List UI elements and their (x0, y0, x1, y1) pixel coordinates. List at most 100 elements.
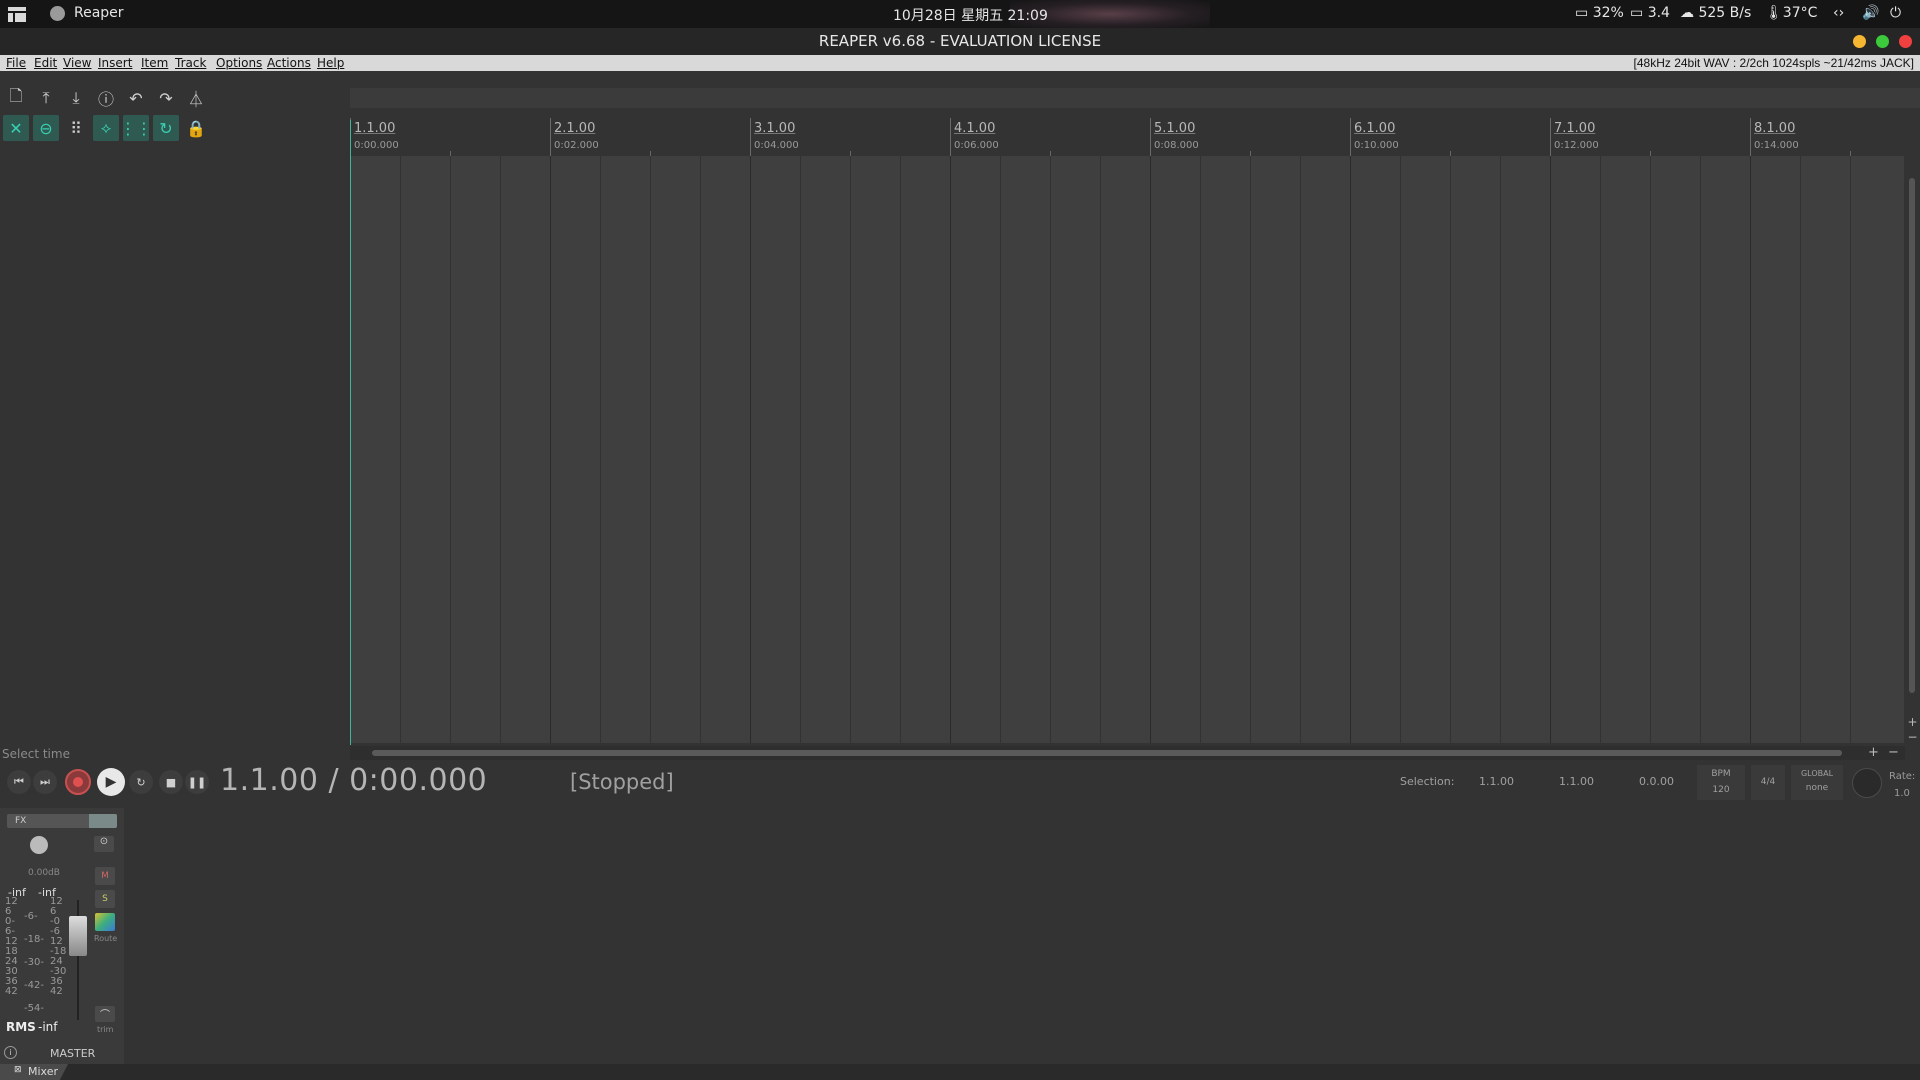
new-project-icon[interactable]: 🗋 (3, 85, 29, 111)
window-title-bar: REAPER v6.68 - EVALUATION LICENSE (0, 28, 1920, 55)
stereo-width-icon[interactable]: ⊙ (94, 836, 114, 852)
active-app-name[interactable]: Reaper (74, 5, 124, 21)
monitor-icon: ▭ (1630, 5, 1644, 21)
volume-readout[interactable]: 0.00dB (28, 868, 60, 878)
battery-indicator[interactable]: ▭ 32% (1575, 5, 1624, 21)
selection-end[interactable]: 1.1.00 (1559, 775, 1594, 788)
menu-help[interactable]: Help (317, 56, 344, 70)
pause-button[interactable]: ❚❚ (185, 770, 209, 794)
info-icon[interactable]: i (4, 1046, 17, 1059)
menu-options[interactable]: Options (216, 56, 262, 70)
time-label: 0:14.000 (1754, 140, 1799, 151)
ripple-link-icon[interactable]: ⊖ (33, 115, 59, 141)
close-icon[interactable]: ⊠ (14, 1065, 22, 1075)
minimize-button[interactable] (1853, 35, 1866, 48)
undo-icon[interactable]: ↶ (123, 85, 149, 111)
loop-icon[interactable]: ↻ (153, 115, 179, 141)
time-signature[interactable]: 4/4 (1751, 765, 1785, 800)
volume-icon[interactable]: 🔊 (1862, 5, 1879, 21)
menu-edit[interactable]: Edit (34, 56, 57, 70)
menu-actions[interactable]: Actions (267, 56, 311, 70)
vertical-scrollbar[interactable] (1905, 156, 1920, 743)
solo-button[interactable]: S (95, 890, 115, 908)
volume-fader[interactable] (69, 916, 87, 956)
zoom-out-vertical-icon[interactable]: − (1905, 730, 1920, 744)
edit-cursor[interactable] (350, 120, 351, 745)
menu-view[interactable]: View (63, 56, 91, 70)
power-icon[interactable]: ⏻ (1890, 5, 1901, 21)
region-lane[interactable] (350, 88, 1920, 108)
maximize-button[interactable] (1876, 35, 1889, 48)
redo-icon[interactable]: ↷ (153, 85, 179, 111)
pan-knob[interactable] (30, 836, 48, 854)
grid-line (1800, 156, 1801, 743)
trim-label: trim (97, 1025, 114, 1034)
selection-label: Selection: (1400, 775, 1455, 788)
project-settings-icon[interactable]: ⓘ (93, 85, 119, 111)
timeline-ruler[interactable]: 1.1.00 0:00.000 2.1.00 0:02.000 3.1.00 0:04… (350, 118, 1905, 156)
fx-slot[interactable]: FX (7, 814, 117, 828)
bpm-value: 120 (1712, 785, 1730, 795)
repeat-button[interactable]: ↻ (129, 770, 153, 794)
master-strip[interactable]: FX ⊙ 0.00dB -inf -inf 12 6 0- 6- 12 18 24 30 36 4… (0, 808, 124, 1064)
track-grid[interactable] (351, 156, 1904, 743)
trim-envelope-icon[interactable]: ⌒ (95, 1006, 115, 1022)
metronome-icon[interactable]: ⏃ (183, 85, 209, 111)
zoom-out-horizontal-icon[interactable]: − (1888, 745, 1899, 760)
rate-value: 1.0 (1894, 788, 1910, 799)
zoom-in-vertical-icon[interactable]: + (1905, 715, 1920, 729)
app-launcher-icon[interactable] (6, 5, 28, 23)
audio-device-status[interactable]: [48kHz 24bit WAV : 2/2ch 1024spls ~21/42… (1634, 56, 1914, 70)
grid-line (550, 156, 551, 743)
meter-scale-right: 12 6 -0 -6 12 -18 24 -30 36 42 (50, 896, 67, 997)
save-project-icon[interactable]: ⤓ (63, 85, 89, 111)
selection-start[interactable]: 1.1.00 (1479, 775, 1514, 788)
code-icon[interactable]: ‹› (1833, 5, 1844, 21)
vertical-scroll-thumb[interactable] (1909, 178, 1915, 693)
route-icon[interactable] (95, 913, 115, 931)
horizontal-scrollbar[interactable] (350, 746, 1905, 760)
time-label: 0:08.000 (1154, 140, 1199, 151)
grid-icon[interactable]: ⠿ (63, 115, 89, 141)
window-title: REAPER v6.68 - EVALUATION LICENSE (818, 32, 1102, 50)
menu-insert[interactable]: Insert (98, 56, 132, 70)
bpm-box[interactable]: BPM 120 (1697, 765, 1745, 800)
grid-line (500, 156, 501, 743)
network-indicator[interactable]: ☁ 525 B/s (1680, 5, 1751, 21)
clock[interactable]: 10月28日 星期五 21:09 (893, 5, 1048, 25)
horizontal-scroll-thumb[interactable] (372, 750, 1842, 756)
rate-knob[interactable] (1852, 768, 1882, 798)
position-display[interactable]: 1.1.00 / 0:00.000 (220, 763, 487, 798)
lock-icon[interactable]: 🔒 (183, 115, 209, 141)
mute-button[interactable]: M (95, 867, 115, 885)
load-value: 3.4 (1647, 5, 1670, 21)
close-button[interactable] (1899, 35, 1912, 48)
selection-length[interactable]: 0.0.00 (1639, 775, 1674, 788)
zoom-in-horizontal-icon[interactable]: + (1868, 745, 1879, 760)
temperature-indicator[interactable]: 🌡37°C (1765, 5, 1817, 21)
track-control-panel[interactable] (0, 71, 350, 747)
measure-label: 5.1.00 (1154, 121, 1196, 136)
record-button[interactable] (65, 769, 91, 795)
stop-button[interactable]: ■ (159, 770, 183, 794)
ruler-marker: 8.1.00 0:14.000 (1750, 118, 1799, 156)
tab-mixer[interactable]: ⊠ Mixer (0, 1064, 68, 1080)
menu-track[interactable]: Track (175, 56, 206, 70)
menu-item[interactable]: Item (141, 56, 168, 70)
global-automation-box[interactable]: GLOBAL none (1791, 765, 1843, 800)
go-to-end-button[interactable]: ⏭ (33, 770, 57, 794)
time-label: 0:12.000 (1554, 140, 1599, 151)
measure-label: 7.1.00 (1554, 121, 1596, 136)
item-grouping-icon[interactable]: ⋮⋮ (120, 115, 152, 141)
fx-bypass-icon[interactable] (89, 814, 117, 828)
snap-icon[interactable]: ⟡ (93, 115, 119, 141)
grid-line (400, 156, 401, 743)
auto-crossfade-icon[interactable]: ✕ (3, 115, 29, 141)
grid-line (600, 156, 601, 743)
menu-file[interactable]: File (6, 56, 26, 70)
open-project-icon[interactable]: ⤒ (33, 85, 59, 111)
load-indicator[interactable]: ▭ 3.4 (1630, 5, 1670, 21)
play-button[interactable]: ▶ (97, 768, 125, 796)
go-to-start-button[interactable]: ⏮ (7, 770, 31, 794)
mixer-panel[interactable] (0, 808, 1920, 1064)
